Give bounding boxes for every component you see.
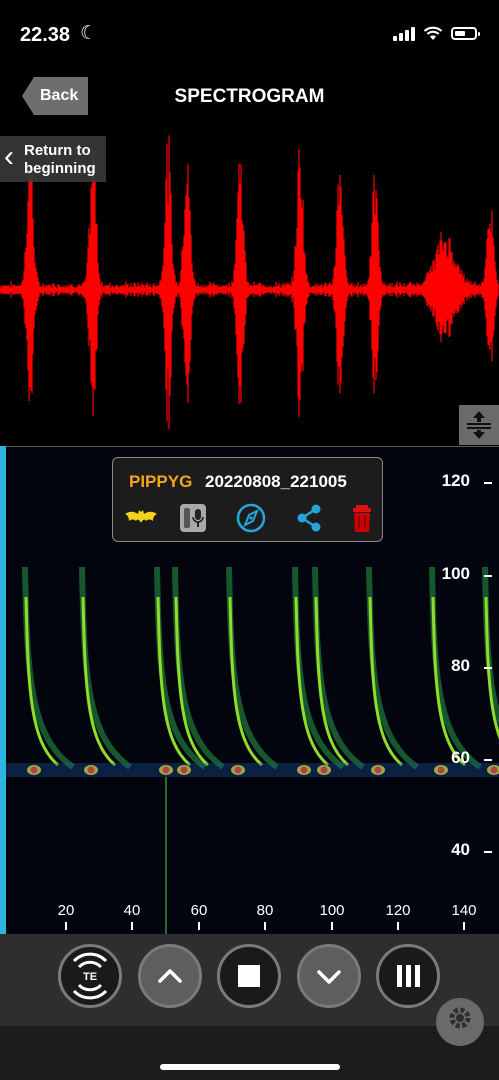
x-axis-tick <box>463 922 465 930</box>
x-axis-tick <box>198 922 200 930</box>
y-axis-tick <box>484 575 492 577</box>
trash-icon[interactable] <box>345 502 381 534</box>
stop-icon <box>238 965 260 987</box>
filename-label: 20220808_221005 <box>205 472 347 491</box>
chevron-up-icon <box>158 969 182 983</box>
te-mode-button[interactable]: TE <box>58 944 122 1008</box>
cellular-signal-icon <box>393 26 415 41</box>
noise-line <box>165 777 167 936</box>
scroll-down-button[interactable] <box>297 944 361 1008</box>
playhead-cursor[interactable] <box>0 446 6 934</box>
te-mode-icon: TE <box>72 952 108 1000</box>
home-indicator[interactable] <box>160 1064 340 1070</box>
y-axis-label: 40 <box>451 840 470 859</box>
x-axis-label: 60 <box>190 902 208 919</box>
x-axis-label: 80 <box>256 902 274 919</box>
return-to-beginning-label: Return to beginning <box>24 142 96 177</box>
bat-call <box>22 566 75 775</box>
te-label: TE <box>83 971 97 983</box>
bat-call <box>226 566 279 775</box>
status-bar: 22.38 ☾ <box>0 0 499 70</box>
home-indicator-area <box>0 1026 499 1080</box>
stop-button[interactable] <box>217 944 281 1008</box>
y-axis-label: 60 <box>451 748 470 767</box>
chevron-left-icon: ‹ <box>4 140 14 173</box>
bat-call <box>366 566 419 775</box>
y-axis-label: 80 <box>451 656 470 675</box>
pause-bars-button[interactable] <box>376 944 440 1008</box>
y-axis-label: 120 <box>441 471 470 490</box>
bat-icon[interactable] <box>123 502 159 534</box>
compass-icon[interactable] <box>233 502 269 534</box>
scroll-up-button[interactable] <box>138 944 202 1008</box>
x-axis-label: 120 <box>385 902 411 919</box>
wifi-icon <box>423 26 443 40</box>
x-axis-label: 20 <box>57 902 75 919</box>
y-axis-tick <box>484 759 492 761</box>
x-axis-tick <box>397 922 399 930</box>
status-time: 22.38 <box>20 24 71 46</box>
species-label[interactable]: PIPPYG <box>129 472 192 492</box>
page-title: SPECTROGRAM <box>174 86 325 107</box>
y-axis-label: 100 <box>441 564 470 583</box>
return-to-beginning-button[interactable]: ‹ Return to beginning <box>0 136 106 182</box>
x-axis-label: 40 <box>123 902 141 919</box>
x-axis-tick <box>131 922 133 930</box>
y-axis-tick <box>484 482 492 484</box>
bat-call <box>79 566 132 775</box>
y-axis-tick <box>484 667 492 669</box>
moon-icon: ☾ <box>80 23 98 44</box>
y-axis-tick <box>484 851 492 853</box>
recording-info-card: PIPPYG 20220808_221005 <box>112 457 383 542</box>
settings-button[interactable] <box>436 998 484 1046</box>
expand-vertical-icon <box>467 411 491 439</box>
x-axis-tick <box>264 922 266 930</box>
resize-handle-button[interactable] <box>459 405 499 445</box>
x-axis-label: 140 <box>451 902 477 919</box>
x-axis-label: 100 <box>319 902 345 919</box>
recorder-mic-icon[interactable] <box>175 502 211 534</box>
bars-icon <box>397 965 420 987</box>
gear-icon <box>449 1007 471 1029</box>
bat-call <box>482 566 499 775</box>
x-axis-tick <box>331 922 333 930</box>
x-axis-tick <box>65 922 67 930</box>
share-icon[interactable] <box>291 502 327 534</box>
battery-icon <box>451 27 480 40</box>
chevron-down-icon <box>317 970 341 984</box>
